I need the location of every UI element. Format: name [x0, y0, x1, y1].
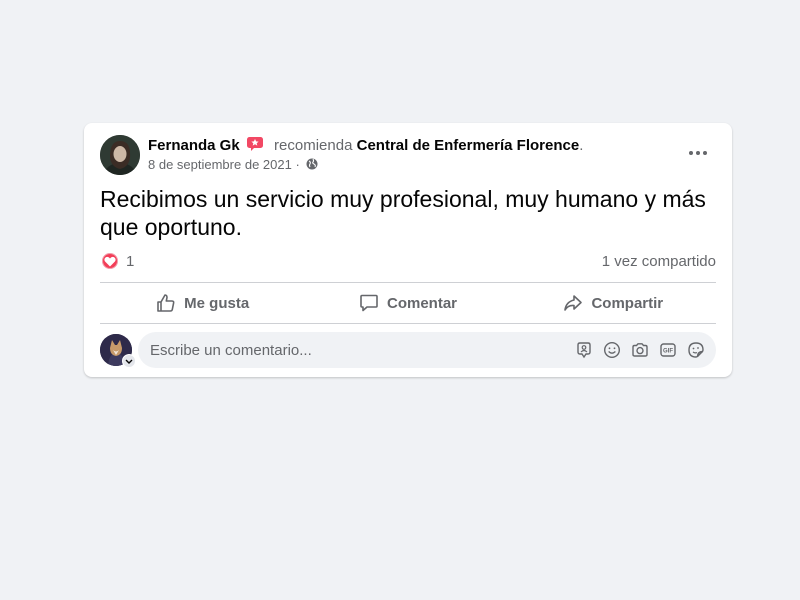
globe-icon[interactable] — [306, 158, 318, 170]
post-header: Fernanda Gk recomienda Central de Enferm… — [148, 136, 583, 155]
sticker-icon[interactable] — [682, 336, 710, 364]
reaction-count: 1 — [126, 252, 135, 270]
more-options-button[interactable] — [680, 141, 716, 165]
page-name-link[interactable]: Central de Enfermería Florence — [357, 137, 580, 154]
action-bar: Me gusta Comentar Compartir — [100, 283, 716, 323]
comment-label: Comentar — [386, 294, 457, 312]
reactions-summary[interactable]: 1 — [100, 251, 134, 271]
comment-button[interactable]: Comentar — [305, 283, 510, 323]
recommends-text: recomienda — [274, 137, 353, 154]
share-arrow-icon — [564, 295, 583, 311]
shares-count[interactable]: 1 vez compartido — [602, 253, 716, 270]
top-fan-badge-icon — [246, 136, 264, 152]
comment-row: GIF — [100, 332, 716, 368]
avatar-sticker-icon[interactable] — [570, 336, 598, 364]
gif-icon[interactable]: GIF — [654, 336, 682, 364]
share-label: Compartir — [591, 294, 664, 312]
author-avatar[interactable] — [100, 135, 140, 175]
like-button[interactable]: Me gusta — [100, 283, 305, 323]
header-period: . — [579, 137, 584, 154]
like-label: Me gusta — [184, 294, 250, 312]
more-dots-icon — [689, 151, 707, 155]
chevron-down-icon[interactable] — [122, 354, 136, 368]
author-name[interactable]: Fernanda Gk — [148, 137, 240, 154]
post-card: Fernanda Gk recomienda Central de Enferm… — [84, 123, 732, 377]
thumbs-up-icon — [157, 294, 175, 312]
comment-box[interactable]: GIF — [138, 332, 716, 368]
divider-bottom — [100, 323, 716, 324]
comment-bubble-icon — [360, 294, 378, 312]
svg-text:GIF: GIF — [663, 349, 673, 355]
post-meta: 8 de septiembre de 2021 · — [148, 157, 318, 173]
camera-icon[interactable] — [626, 336, 654, 364]
emoji-icon[interactable] — [598, 336, 626, 364]
share-button[interactable]: Compartir — [511, 283, 716, 323]
heart-icon — [100, 251, 120, 271]
post-text: Recibimos un servicio muy profesional, m… — [100, 186, 706, 240]
comment-input[interactable] — [150, 341, 570, 359]
post-date[interactable]: 8 de septiembre de 2021 — [148, 157, 292, 172]
current-user-avatar[interactable] — [100, 334, 136, 368]
meta-separator: · — [295, 157, 300, 172]
